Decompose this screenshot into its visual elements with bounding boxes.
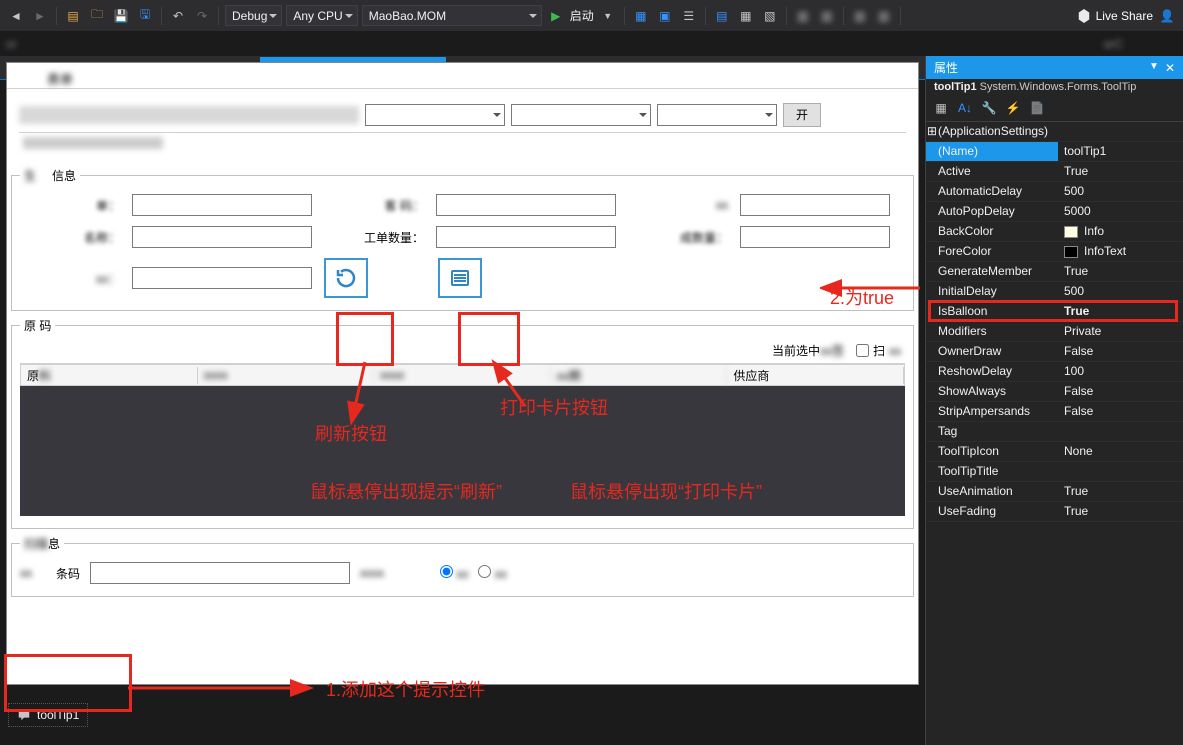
properties-panel: 属性 ▼ ✕ toolTip1 System.Windows.Forms.Too…: [925, 56, 1183, 745]
col-h1: 原料: [21, 367, 198, 384]
current-select-label: 当前选中xx签: [772, 342, 844, 359]
toolbar-btn-d[interactable]: ▤: [712, 6, 732, 26]
prop-modifiers[interactable]: ModifiersPrivate: [926, 322, 1183, 342]
obscured-strip: or arC: [0, 32, 1183, 56]
open-icon[interactable]: 🗀: [87, 6, 107, 26]
start-icon[interactable]: ▶: [546, 6, 566, 26]
barcode-label: 条码: [56, 565, 80, 582]
start-label[interactable]: 启动: [570, 7, 594, 24]
group-scan: 扫描息 xx 条码 xxxx xx xx: [11, 535, 914, 597]
label-qty: 工单数量：: [324, 229, 424, 246]
startup-project-dropdown[interactable]: MaoBao.MOM: [362, 5, 542, 26]
prop-tag[interactable]: Tag: [926, 422, 1183, 442]
prop-tooltiptitle[interactable]: ToolTipTitle: [926, 462, 1183, 482]
combo-3[interactable]: [657, 104, 777, 126]
col-h5: 供应商: [727, 367, 904, 384]
prop-tooltipicon[interactable]: ToolTipIconNone: [926, 442, 1183, 462]
group-raw: 原 码 当前选中xx签 扫xx 原料 xxxx xxxx xx期: [11, 317, 914, 529]
save-icon[interactable]: 💾: [111, 6, 131, 26]
chevron-down-icon[interactable]: ▼: [1149, 61, 1159, 75]
selected-object: toolTip1 System.Windows.Forms.ToolTip: [926, 79, 1183, 95]
radio-a[interactable]: xx: [440, 565, 468, 581]
label-order: 单：: [20, 197, 120, 214]
nav-fwd-icon[interactable]: ►: [30, 6, 50, 26]
properties-title[interactable]: 属性 ▼ ✕: [926, 56, 1183, 79]
label-done: 成数量：: [628, 229, 728, 246]
start-caret-icon[interactable]: ▼: [598, 6, 618, 26]
ide-toolbar: ◄ ► ▤ 🗀 💾 🖫 ↶ ↷ Debug Any CPU MaoBao.MOM…: [0, 0, 1183, 32]
tray-tooltip1[interactable]: toolTip1: [8, 703, 88, 727]
col-h3: xxxx: [374, 368, 551, 382]
label-blur2: xx：: [20, 270, 120, 287]
saveall-icon[interactable]: 🖫: [135, 6, 155, 26]
textbox-name[interactable]: [132, 226, 312, 248]
form-designer-surface[interactable]: 表单 开 生信息 单： 客 码：: [6, 62, 919, 685]
undo-icon[interactable]: ↶: [168, 6, 188, 26]
open-button[interactable]: 开: [783, 103, 821, 127]
categorized-icon[interactable]: ▦: [930, 98, 952, 118]
align-icon[interactable]: ▥: [793, 6, 813, 26]
prop-automaticdelay[interactable]: AutomaticDelay500: [926, 182, 1183, 202]
prop-isballoon[interactable]: IsBalloonTrue: [926, 302, 1183, 322]
toolbar-btn-a[interactable]: ▦: [631, 6, 651, 26]
textbox-order[interactable]: [132, 194, 312, 216]
combo-1[interactable]: [365, 104, 505, 126]
grid-header-row: 原料 xxxx xxxx xx期 供应商: [20, 364, 905, 386]
live-share-button[interactable]: Live Share: [1077, 9, 1153, 23]
redo-icon[interactable]: ↷: [192, 6, 212, 26]
toolbar-btn-b[interactable]: ▣: [655, 6, 675, 26]
prop-usefading[interactable]: UseFadingTrue: [926, 502, 1183, 522]
config-dropdown[interactable]: Debug: [225, 5, 282, 26]
group-info: 生信息 单： 客 码： xx 名称： 工单数量： 成数量： xx：: [11, 167, 914, 311]
align-icon2[interactable]: ▥: [817, 6, 837, 26]
events-icon[interactable]: ⚡: [1002, 98, 1024, 118]
component-tray: toolTip1: [0, 685, 925, 745]
new-icon[interactable]: ▤: [63, 6, 83, 26]
textbox-cust[interactable]: [436, 194, 616, 216]
scan-checkbox[interactable]: 扫xx: [856, 342, 901, 359]
col-h4: xx期: [551, 367, 728, 384]
prop-initialdelay[interactable]: InitialDelay500: [926, 282, 1183, 302]
label-cust: 客 码：: [324, 197, 424, 214]
barcode-input[interactable]: [90, 562, 350, 584]
label-blur1: xx: [628, 198, 728, 212]
prop-forecolor[interactable]: ForeColorInfoText: [926, 242, 1183, 262]
toolbar-btn-c[interactable]: ☰: [679, 6, 699, 26]
alpha-sort-icon[interactable]: A↓: [954, 98, 976, 118]
close-icon[interactable]: ✕: [1165, 61, 1175, 75]
textbox-row3a[interactable]: [132, 267, 312, 289]
prop-reshowdelay[interactable]: ReshowDelay100: [926, 362, 1183, 382]
distribute-icon[interactable]: ▥: [850, 6, 870, 26]
print-card-button[interactable]: [438, 258, 482, 298]
label-name: 名称：: [20, 229, 120, 246]
radio-b[interactable]: xx: [478, 565, 506, 581]
prop-autopopdelay[interactable]: AutoPopDelay5000: [926, 202, 1183, 222]
prop-useanimation[interactable]: UseAnimationTrue: [926, 482, 1183, 502]
prop-appsettings[interactable]: ⊞(ApplicationSettings): [926, 122, 1183, 142]
prop-pages-icon[interactable]: 📄: [1026, 98, 1048, 118]
prop-ownerdraw[interactable]: OwnerDrawFalse: [926, 342, 1183, 362]
platform-dropdown[interactable]: Any CPU: [286, 5, 357, 26]
feedback-icon[interactable]: 👤: [1157, 6, 1177, 26]
prop-active[interactable]: ActiveTrue: [926, 162, 1183, 182]
properties-toolbar: ▦ A↓ 🔧 ⚡ 📄: [926, 95, 1183, 122]
prop-generatemember[interactable]: GenerateMemberTrue: [926, 262, 1183, 282]
prop-showalways[interactable]: ShowAlwaysFalse: [926, 382, 1183, 402]
prop-backcolor[interactable]: BackColorInfo: [926, 222, 1183, 242]
refresh-button[interactable]: [324, 258, 368, 298]
col-h2: xxxx: [198, 368, 375, 382]
textbox-extra1[interactable]: [740, 194, 890, 216]
props-icon[interactable]: 🔧: [978, 98, 1000, 118]
prop-name[interactable]: (Name)toolTip1: [926, 142, 1183, 162]
distribute-icon2[interactable]: ▥: [874, 6, 894, 26]
group-raw-legend: 原 码: [20, 317, 55, 334]
toolbar-btn-f[interactable]: ▧: [760, 6, 780, 26]
textbox-qty[interactable]: [436, 226, 616, 248]
combo-2[interactable]: [511, 104, 651, 126]
data-grid[interactable]: [20, 386, 905, 516]
textbox-done[interactable]: [740, 226, 890, 248]
prop-stripampersands[interactable]: StripAmpersandsFalse: [926, 402, 1183, 422]
toolbar-btn-e[interactable]: ▦: [736, 6, 756, 26]
nav-back-icon[interactable]: ◄: [6, 6, 26, 26]
